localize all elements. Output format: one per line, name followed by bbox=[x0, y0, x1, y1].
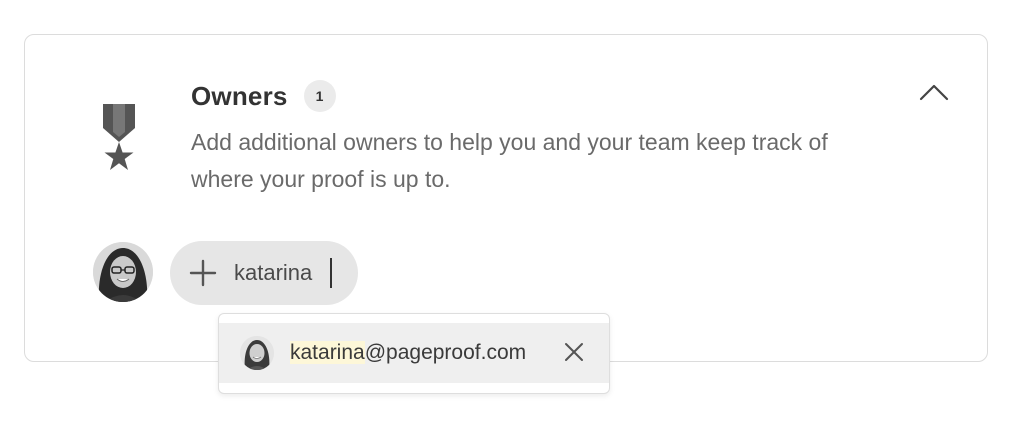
suggestion-avatar bbox=[240, 336, 274, 370]
chevron-up-icon[interactable] bbox=[918, 78, 950, 106]
close-icon[interactable] bbox=[563, 341, 585, 363]
medal-icon bbox=[103, 104, 135, 170]
suggestion-email: katarina@pageproof.com bbox=[290, 341, 526, 365]
section-description: Add additional owners to help you and yo… bbox=[191, 129, 828, 192]
suggestion-match-highlight: katarina bbox=[290, 341, 365, 364]
section-title: Owners bbox=[191, 80, 288, 111]
suggestion-avatar-image bbox=[240, 336, 274, 370]
suggestion-item[interactable]: katarina@pageproof.com bbox=[219, 323, 609, 383]
owner-avatar bbox=[93, 242, 153, 302]
text-caret bbox=[330, 258, 332, 288]
avatar-image bbox=[93, 242, 153, 302]
owners-header: Owners 1 bbox=[191, 78, 336, 114]
add-owner-field[interactable] bbox=[170, 241, 358, 305]
owner-count-badge: 1 bbox=[303, 80, 336, 112]
owner-suggestions-dropdown: katarina@pageproof.com bbox=[218, 313, 610, 394]
suggestion-email-domain: @pageproof.com bbox=[364, 341, 527, 364]
plus-icon[interactable] bbox=[188, 258, 218, 288]
owner-search-input[interactable] bbox=[234, 260, 344, 286]
